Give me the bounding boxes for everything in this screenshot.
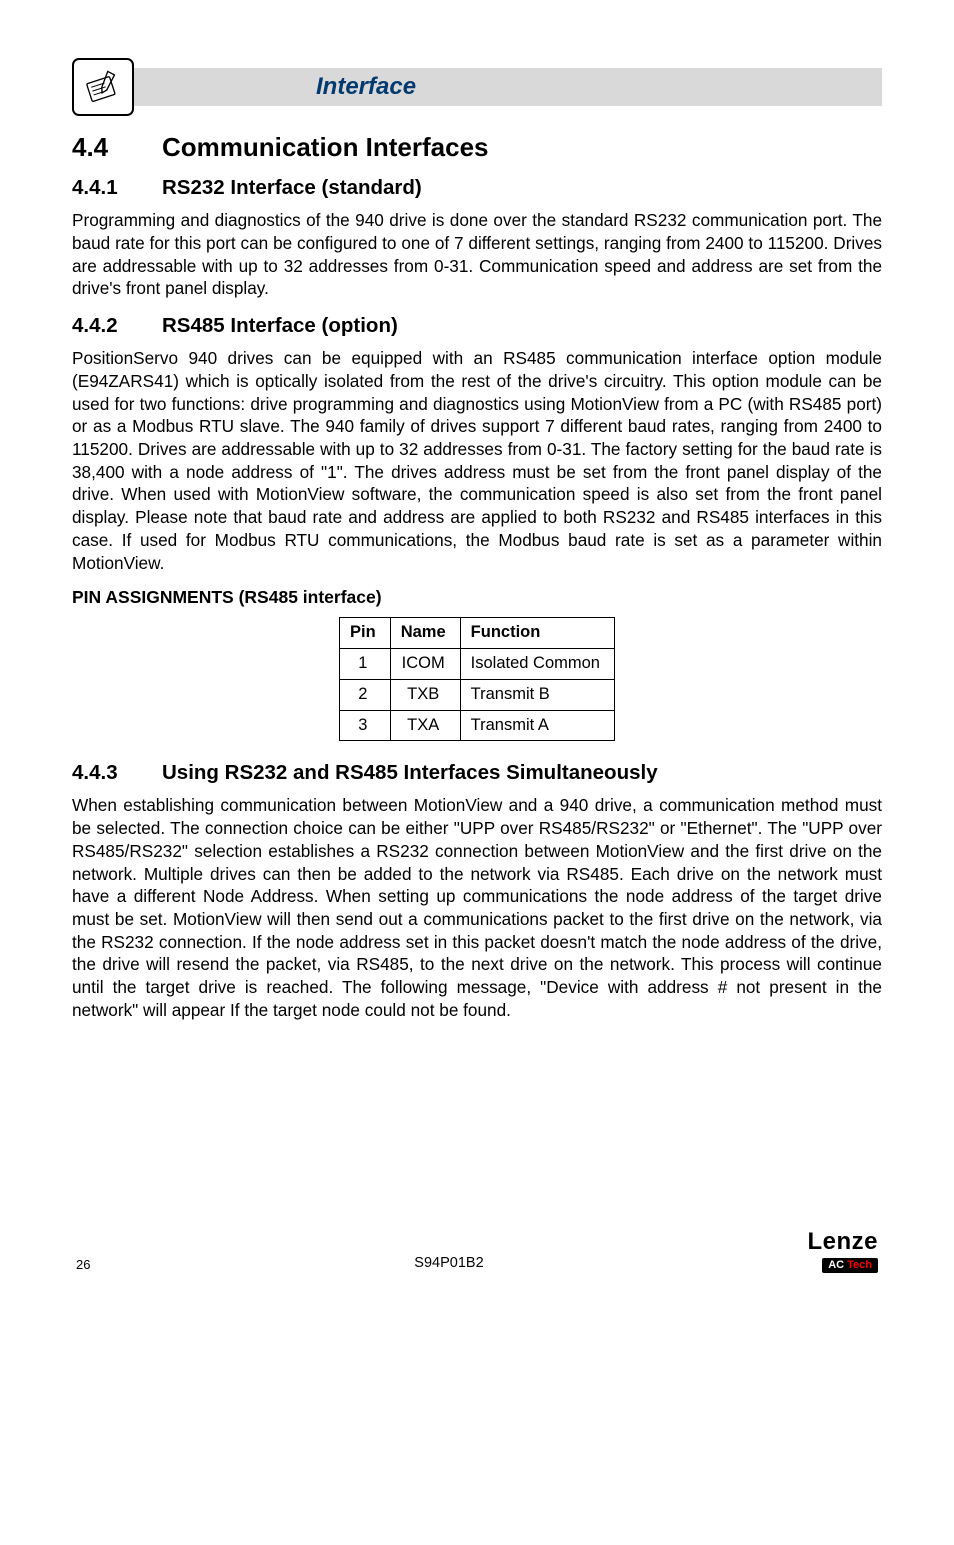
subsection-441-heading: 4.4.1 RS232 Interface (standard) — [72, 174, 882, 201]
write-icon — [83, 67, 123, 107]
cell-pin: 2 — [340, 679, 391, 710]
sub-brand: AC Tech — [822, 1258, 878, 1272]
subsection-title: Using RS232 and RS485 Interfaces Simulta… — [162, 759, 658, 786]
subsection-442-heading: 4.4.2 RS485 Interface (option) — [72, 312, 882, 339]
document-code: S94P01B2 — [90, 1254, 807, 1273]
cell-pin: 3 — [340, 710, 391, 741]
subsection-number: 4.4.1 — [72, 174, 162, 201]
brand-name: Lenze — [807, 1231, 878, 1254]
sub-brand-tech: Tech — [844, 1259, 872, 1271]
banner-title: Interface — [316, 71, 416, 103]
subsection-title: RS232 Interface (standard) — [162, 174, 422, 201]
cell-name: TXB — [390, 679, 460, 710]
table-title: PIN ASSIGNMENTS (RS485 interface) — [72, 586, 882, 609]
cell-func: Transmit B — [460, 679, 614, 710]
table-row: 3 TXA Transmit A — [340, 710, 615, 741]
subsection-443-heading: 4.4.3 Using RS232 and RS485 Interfaces S… — [72, 759, 882, 786]
col-function: Function — [460, 618, 614, 649]
cell-func: Transmit A — [460, 710, 614, 741]
cell-func: Isolated Common — [460, 649, 614, 680]
subsection-443-body: When establishing communication between … — [72, 794, 882, 1021]
subsection-441-body: Programming and diagnostics of the 940 d… — [72, 209, 882, 300]
subsection-number: 4.4.2 — [72, 312, 162, 339]
col-name: Name — [390, 618, 460, 649]
document-icon — [72, 58, 134, 116]
section-number: 4.4 — [72, 130, 162, 164]
brand-logo: Lenze AC Tech — [807, 1231, 878, 1272]
section-heading: 4.4 Communication Interfaces — [72, 130, 882, 164]
table-header-row: Pin Name Function — [340, 618, 615, 649]
cell-pin: 1 — [340, 649, 391, 680]
page-banner: Interface — [72, 68, 882, 106]
table-row: 1 ICOM Isolated Common — [340, 649, 615, 680]
page-number: 26 — [76, 1256, 90, 1273]
sub-brand-ac: AC — [828, 1259, 844, 1271]
col-pin: Pin — [340, 618, 391, 649]
cell-name: ICOM — [390, 649, 460, 680]
section-title: Communication Interfaces — [162, 130, 489, 164]
table-row: 2 TXB Transmit B — [340, 679, 615, 710]
pins-table: Pin Name Function 1 ICOM Isolated Common… — [339, 617, 615, 741]
subsection-442-body: PositionServo 940 drives can be equipped… — [72, 347, 882, 574]
cell-name: TXA — [390, 710, 460, 741]
subsection-title: RS485 Interface (option) — [162, 312, 398, 339]
subsection-number: 4.4.3 — [72, 759, 162, 786]
